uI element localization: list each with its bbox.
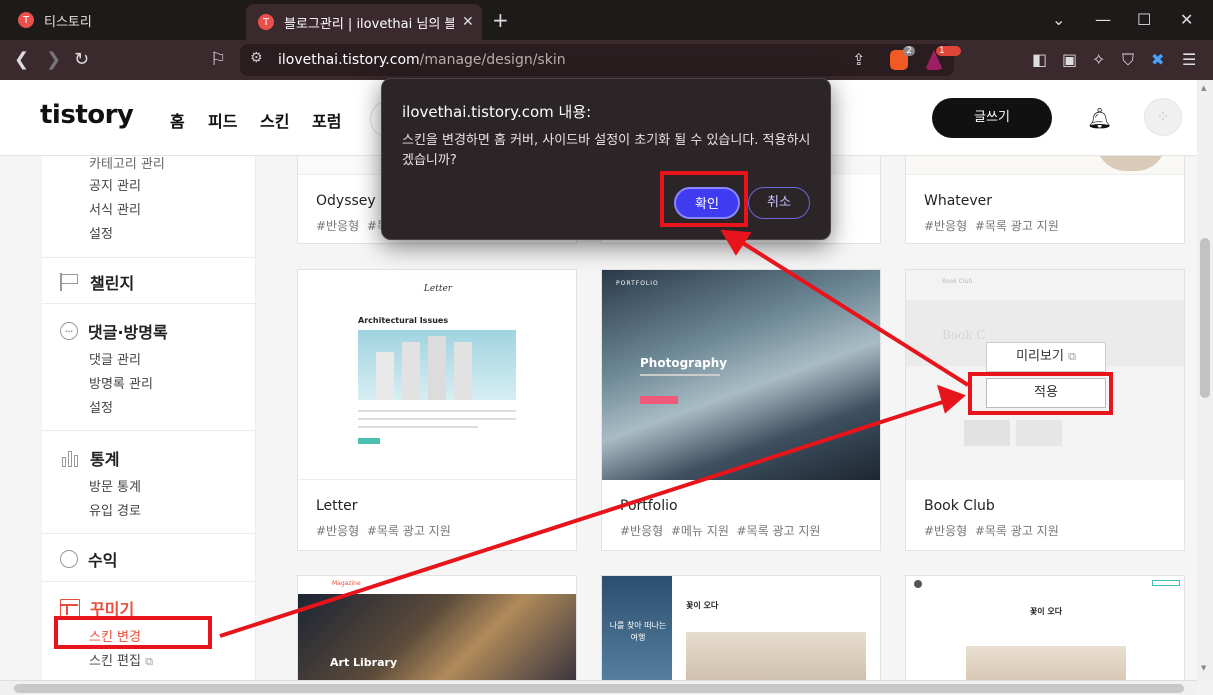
- address-bar[interactable]: ⚙ ilovethai.tistory.com/manage/design/sk…: [240, 44, 961, 76]
- confirm-dialog: ilovethai.tistory.com 내용: 스킨을 변경하면 홈 커버,…: [381, 78, 831, 240]
- tab-search-chevron-icon[interactable]: ⌄: [1052, 10, 1065, 29]
- leo-ai-icon[interactable]: ✧: [1092, 49, 1105, 71]
- nav-feed[interactable]: 피드: [208, 108, 237, 132]
- browser-toolbar: ❮ ❯ ↻ ⚐ ⚙ ilovethai.tistory.com/manage/d…: [0, 40, 1213, 80]
- sidebar-item-referrer[interactable]: 유입 경로: [89, 500, 141, 519]
- close-tab-icon[interactable]: ✕: [462, 14, 474, 30]
- skin-tags: #반응형 #메뉴 지원 #목록 광고 지원: [620, 524, 821, 538]
- external-link-icon: ⧉: [145, 655, 153, 668]
- skin-name: Book Club: [924, 498, 995, 514]
- reload-icon[interactable]: ↻: [74, 49, 89, 71]
- comment-icon: …: [60, 322, 78, 340]
- site-info-icon[interactable]: ⚙: [250, 50, 263, 66]
- annotation-box-apply: [968, 372, 1113, 415]
- nav-home[interactable]: 홈: [170, 108, 185, 132]
- tistory-favicon-icon: T: [258, 14, 274, 30]
- skin-name: Letter: [316, 498, 358, 514]
- flag-icon: [60, 273, 80, 291]
- skin-card-portfolio[interactable]: PORTFOLIO Photography Portfolio #반응형 #메뉴…: [601, 269, 881, 551]
- skin-name: Whatever: [924, 193, 993, 209]
- skin-name: Odyssey: [316, 193, 376, 209]
- external-link-icon: ⧉: [1068, 350, 1076, 363]
- sidebar-toggle-icon[interactable]: ◧: [1032, 49, 1047, 71]
- sidebar: 카테고리 관리 공지 관리 서식 관리 설정 챌린지 … 댓글·방명록 댓글 관…: [42, 156, 256, 680]
- sidebar-section-stats[interactable]: 통계: [60, 446, 119, 470]
- sidebar-item-comment-manage[interactable]: 댓글 관리: [89, 349, 141, 368]
- scrollbar-thumb[interactable]: [1200, 238, 1210, 398]
- url-text[interactable]: ilovethai.tistory.com/manage/design/skin: [278, 52, 566, 68]
- annotation-box-skin-change: [54, 616, 212, 649]
- skin-thumbnail: 나를 찾아 떠나는 여행 꽃이 오다: [602, 576, 880, 680]
- skin-thumbnail: 꽃이 오다: [906, 576, 1184, 680]
- skin-name: Portfolio: [620, 498, 678, 514]
- divider: [42, 430, 256, 431]
- scrollbar-thumb[interactable]: [14, 684, 1184, 693]
- wallet-icon[interactable]: ▣: [1062, 49, 1077, 71]
- bar-chart-icon: [60, 449, 80, 467]
- annotation-box-ok: [660, 171, 748, 227]
- vpn-shield-icon[interactable]: ⛉: [1122, 49, 1134, 71]
- skin-card-flower[interactable]: 나를 찾아 떠나는 여행 꽃이 오다: [601, 575, 881, 680]
- divider: [42, 303, 256, 304]
- menu-icon[interactable]: ☰: [1182, 49, 1196, 71]
- coin-icon: [60, 550, 78, 568]
- skin-thumbnail: Letter Architectural Issues: [298, 270, 576, 480]
- preview-button[interactable]: 미리보기 ⧉: [986, 342, 1106, 372]
- sidebar-item-template[interactable]: 서식 관리: [89, 199, 141, 218]
- write-post-button[interactable]: 글쓰기: [932, 98, 1052, 138]
- tistory-favicon-icon: T: [18, 12, 34, 28]
- close-window-button[interactable]: ✕: [1180, 10, 1193, 29]
- share-icon[interactable]: ⇪: [852, 49, 865, 71]
- layout-icon: [60, 599, 80, 617]
- brave-shields-icon[interactable]: 2: [890, 46, 915, 70]
- divider: [42, 581, 256, 582]
- sidebar-item-comment-settings[interactable]: 설정: [89, 397, 113, 416]
- skin-card-letter[interactable]: Letter Architectural Issues Letter #반응형 …: [297, 269, 577, 551]
- new-tab-button[interactable]: +: [492, 8, 509, 32]
- dialog-title: ilovethai.tistory.com 내용:: [402, 103, 592, 121]
- sidebar-item-settings[interactable]: 설정: [89, 223, 113, 242]
- bell-icon[interactable]: 🔔︎: [1087, 106, 1112, 130]
- dialog-message: 스킨을 변경하면 홈 커버, 사이드바 설정이 초기화 될 수 있습니다. 적용…: [402, 133, 811, 168]
- sidebar-section-challenge[interactable]: 챌린지: [60, 270, 134, 294]
- horizontal-scrollbar[interactable]: [0, 680, 1197, 695]
- skin-tags: #반응형 #목록 광고 지원: [924, 524, 1059, 538]
- sidebar-section-comments[interactable]: … 댓글·방명록: [60, 319, 168, 343]
- sidebar-item-guestbook[interactable]: 방명록 관리: [89, 373, 153, 392]
- forward-icon[interactable]: ❯: [46, 49, 61, 71]
- sidebar-item-skin-edit[interactable]: 스킨 편집 ⧉: [89, 650, 153, 669]
- confirm-cancel-button[interactable]: 취소: [748, 187, 810, 219]
- back-icon[interactable]: ❮: [14, 49, 29, 71]
- bookmark-icon[interactable]: ⚐: [210, 49, 226, 71]
- skin-thumbnail: Magazine Art Library: [298, 576, 576, 680]
- tab-tistory[interactable]: T 티스토리: [10, 0, 240, 40]
- vertical-scrollbar[interactable]: ▲ ▼: [1197, 80, 1213, 680]
- profile-avatar[interactable]: ⁘: [1144, 98, 1182, 136]
- nav-forum[interactable]: 포럼: [312, 108, 341, 132]
- nav-skin[interactable]: 스킨: [260, 108, 289, 132]
- maximize-button[interactable]: ☐: [1137, 10, 1151, 29]
- minimize-button[interactable]: —: [1095, 10, 1111, 29]
- browser-titlebar: T 티스토리 T 블로그관리 | ilovethai 님의 블로그 ✕ + ⌄ …: [0, 0, 1213, 40]
- skin-card-flower-2[interactable]: 꽃이 오다: [905, 575, 1185, 680]
- tab-blog-admin[interactable]: T 블로그관리 | ilovethai 님의 블로그 ✕: [246, 4, 482, 40]
- skin-card-magazine[interactable]: Magazine Art Library: [297, 575, 577, 680]
- tab-title: 티스토리: [44, 14, 92, 30]
- sidebar-item-notice[interactable]: 공지 관리: [89, 175, 141, 194]
- sidebar-section-revenue[interactable]: 수익: [60, 547, 117, 571]
- skin-thumbnail: PORTFOLIO Photography: [602, 270, 880, 480]
- divider: [42, 257, 256, 258]
- skin-tags: #반응형 #목록 광고 지원: [316, 524, 451, 538]
- divider: [42, 533, 256, 534]
- extension-icon[interactable]: ✖: [1151, 49, 1164, 71]
- skin-tags: #반응형 #목록 광고 지원: [924, 219, 1059, 233]
- tab-title: 블로그관리 | ilovethai 님의 블로그: [284, 16, 454, 32]
- sidebar-item-visit-stats[interactable]: 방문 통계: [89, 476, 141, 495]
- tistory-logo[interactable]: tistory: [40, 100, 134, 130]
